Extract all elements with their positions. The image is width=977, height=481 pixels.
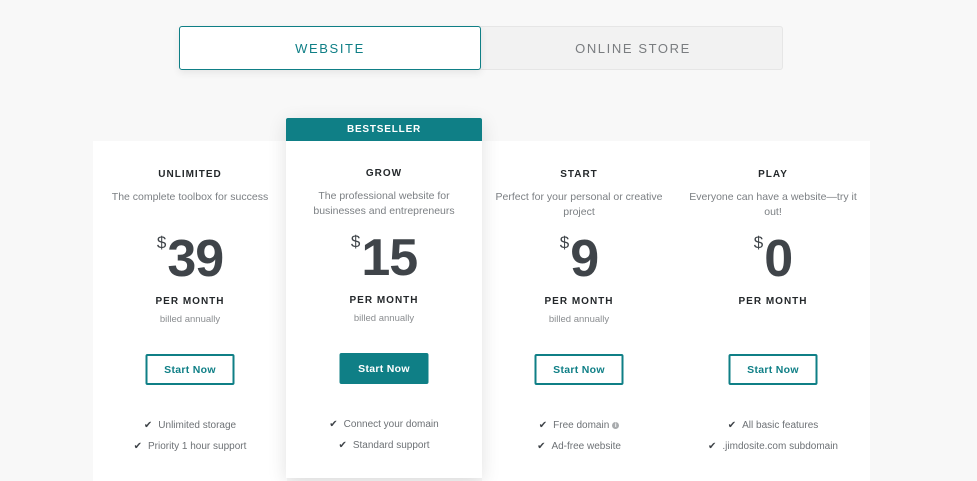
plan-card-unlimited: UNLIMITED The complete toolbox for succe…	[93, 141, 287, 481]
currency-symbol: $	[753, 233, 764, 252]
billing-period: PER MONTH	[155, 296, 225, 307]
feature-label: Unlimited storage	[158, 420, 237, 431]
check-icon: ✔	[538, 420, 548, 431]
billing-period: PER MONTH	[544, 296, 614, 307]
plan-description: Everyone can have a website—try it out!	[689, 191, 857, 218]
feature-label: All basic features	[742, 420, 819, 431]
billing-period: PER MONTH	[738, 296, 808, 307]
feature-list: ✔ Connect your domain ✔ Standard support	[286, 414, 482, 456]
plan-type-toggle: WEBSITE ONLINE STORE	[179, 26, 783, 70]
plan-price: $ 39	[93, 229, 287, 289]
check-icon: ✔	[537, 441, 546, 452]
feature-label: .jimdosite.com subdomain	[722, 441, 838, 452]
website-tab[interactable]: WEBSITE	[179, 26, 481, 70]
feature-item: ✔ Ad-free website	[482, 436, 676, 457]
plan-card-start: START Perfect for your personal or creat…	[482, 141, 676, 481]
feature-item: ✔ Standard support	[286, 435, 482, 456]
currency-symbol: $	[156, 233, 167, 252]
start-now-button[interactable]: Start Now	[339, 353, 429, 384]
feature-label: Connect your domain	[343, 419, 439, 430]
price-amount: 39	[167, 230, 224, 288]
start-now-button[interactable]: Start Now	[534, 354, 624, 385]
online-store-tab[interactable]: ONLINE STORE	[482, 26, 784, 70]
plan-description: Perfect for your personal or creative pr…	[495, 191, 663, 218]
plan-name: START	[560, 169, 598, 180]
feature-list: ✔ All basic features ✔ .jimdosite.com subd…	[676, 415, 870, 457]
check-icon: ✔	[133, 441, 142, 452]
currency-symbol: $	[559, 233, 570, 252]
plan-card-grow: BESTSELLER GROW The professional website…	[286, 118, 482, 478]
feature-list: ✔ Free domain i ✔ Ad-free website	[482, 415, 676, 457]
start-now-button[interactable]: Start Now	[145, 354, 235, 385]
feature-item: ✔ Free domain i	[482, 415, 676, 436]
plan-name: PLAY	[758, 169, 788, 180]
billing-note: billed annually	[159, 314, 221, 325]
price-amount: 0	[764, 230, 793, 288]
check-icon: ✔	[708, 441, 717, 452]
currency-symbol: $	[350, 232, 361, 251]
feature-item: ✔ .jimdosite.com subdomain	[676, 436, 870, 457]
billing-note: billed annually	[353, 313, 415, 324]
plan-name: GROW	[365, 168, 403, 179]
feature-list: ✔ Unlimited storage ✔ Priority 1 hour supp…	[93, 415, 287, 457]
price-amount: 15	[361, 229, 418, 287]
plan-price: $ 0	[676, 229, 870, 289]
feature-item: ✔ Connect your domain	[286, 414, 482, 435]
feature-item: ✔ All basic features	[676, 415, 870, 436]
plan-card-play: PLAY Everyone can have a website—try it …	[676, 141, 870, 481]
plan-price: $ 15	[286, 228, 482, 288]
feature-label: Free domain	[553, 420, 610, 431]
check-icon: ✔	[329, 419, 338, 430]
check-icon: ✔	[727, 420, 737, 431]
start-now-button[interactable]: Start Now	[728, 354, 818, 385]
billing-note: billed annually	[548, 314, 610, 325]
check-icon: ✔	[338, 440, 347, 451]
plan-description: The professional website for businesses …	[313, 190, 455, 217]
billing-period: PER MONTH	[349, 295, 419, 306]
feature-item: ✔ Priority 1 hour support	[93, 436, 287, 457]
check-icon: ✔	[143, 420, 153, 431]
plan-description: The complete toolbox for success	[111, 191, 269, 203]
bestseller-ribbon: BESTSELLER	[286, 118, 482, 141]
feature-label: Priority 1 hour support	[148, 441, 247, 452]
info-icon[interactable]: i	[612, 422, 620, 429]
feature-label: Ad-free website	[551, 441, 621, 452]
plan-name: UNLIMITED	[158, 169, 222, 180]
feature-item: ✔ Unlimited storage	[93, 415, 287, 436]
price-amount: 9	[570, 230, 599, 288]
feature-label: Standard support	[352, 440, 430, 451]
plan-price: $ 9	[482, 229, 676, 289]
